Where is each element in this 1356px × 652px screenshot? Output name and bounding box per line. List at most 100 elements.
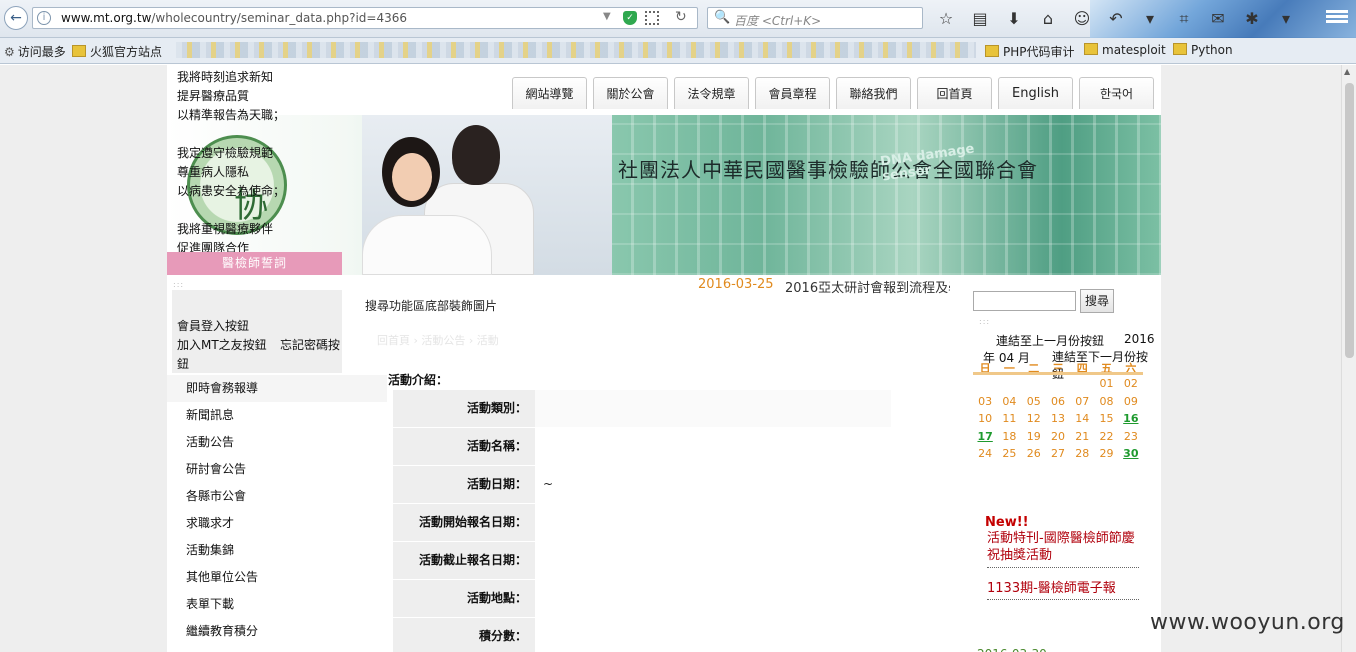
sidebar-item-jobs[interactable]: 求職求才: [167, 510, 387, 537]
ticker-text[interactable]: 2016亞太研討會報到流程及學: [785, 277, 950, 296]
tab-site-map[interactable]: 網站導覽: [512, 77, 587, 109]
calendar-day[interactable]: 05: [1022, 393, 1046, 411]
member-login-button[interactable]: 會員登入按鈕: [177, 317, 249, 334]
chevron-down-icon[interactable]: ▾: [1275, 8, 1297, 30]
calendar-day[interactable]: 12: [1022, 410, 1046, 428]
bookmark-most-visited[interactable]: 访问最多: [4, 43, 66, 60]
calendar-day[interactable]: 28: [1070, 445, 1094, 463]
calendar-grid: 01 02 03 04 05 06 07 08 09 10 11 12 13 14 15 16 17 18 19 20…: [973, 375, 1143, 463]
calendar-day[interactable]: 25: [997, 445, 1021, 463]
calendar-prev-month-button[interactable]: 連結至上一月份按鈕: [996, 332, 1104, 349]
calendar-day[interactable]: 14: [1070, 410, 1094, 428]
ticker-date[interactable]: 2016-03-25: [698, 277, 774, 292]
decor-dots: :::: [173, 280, 185, 289]
chevron-down-icon[interactable]: ▾: [1139, 8, 1161, 30]
chat-icon[interactable]: ✉: [1207, 8, 1229, 30]
oath-tab[interactable]: 醫檢師誓詞: [167, 252, 342, 275]
tab-contact[interactable]: 聯絡我們: [836, 77, 911, 109]
sidebar-item-news[interactable]: 新聞訊息: [167, 402, 387, 429]
home-icon[interactable]: ⌂: [1037, 8, 1059, 30]
reload-icon[interactable]: ↻: [675, 9, 687, 25]
calendar-day[interactable]: 20: [1046, 428, 1070, 446]
forgot-password-button-wrap[interactable]: 鈕: [177, 355, 189, 372]
crop-icon[interactable]: ⌗: [1173, 8, 1195, 30]
row-label: 活動名稱：: [393, 428, 535, 465]
sidebar-item-forms[interactable]: 表單下載: [167, 591, 387, 618]
forgot-password-button[interactable]: 忘記密碼按: [280, 336, 340, 353]
scroll-thumb[interactable]: [1345, 83, 1354, 358]
browser-search-box[interactable]: 🔍 百度 <Ctrl+K>: [707, 7, 923, 29]
site-search-button[interactable]: 搜尋: [1080, 289, 1114, 313]
scroll-up-arrow-icon[interactable]: ▲: [1344, 67, 1350, 76]
sidebar-item-news-report[interactable]: 即時會務報導: [167, 375, 387, 402]
table-row: 活動日期： ~: [393, 466, 891, 503]
sidebar-item-seminars[interactable]: 研討會公告: [167, 456, 387, 483]
download-icon[interactable]: ⬇: [1003, 8, 1025, 30]
sidebar-item-events[interactable]: 活動公告: [167, 429, 387, 456]
shield-icon[interactable]: ✓: [623, 11, 637, 25]
promo-link-newsletter[interactable]: 1133期-醫檢師電子報: [987, 577, 1139, 600]
calendar-day[interactable]: 21: [1070, 428, 1094, 446]
emoji-icon[interactable]: ☺: [1071, 8, 1093, 30]
star-icon[interactable]: ☆: [935, 8, 957, 30]
info-icon[interactable]: i: [37, 11, 51, 25]
calendar-day[interactable]: 16: [1119, 410, 1143, 428]
extension-icon[interactable]: ✱: [1241, 8, 1263, 30]
calendar-day[interactable]: 24: [973, 445, 997, 463]
back-arrow-icon[interactable]: ←: [4, 6, 28, 30]
bookmark-matesploit[interactable]: matesploit: [1084, 43, 1166, 57]
tab-english[interactable]: English: [998, 77, 1073, 109]
calendar-day[interactable]: 08: [1094, 393, 1118, 411]
calendar-day[interactable]: 03: [973, 393, 997, 411]
calendar-day[interactable]: 17: [973, 428, 997, 446]
bookmark-php-audit[interactable]: PHP代码审计: [985, 43, 1075, 60]
chevron-down-icon[interactable]: ▼: [603, 11, 611, 22]
calendar-day[interactable]: 11: [997, 410, 1021, 428]
calendar-day[interactable]: 10: [973, 410, 997, 428]
calendar-day[interactable]: 09: [1119, 393, 1143, 411]
tab-home[interactable]: 回首頁: [917, 77, 992, 109]
qr-code-icon[interactable]: [645, 11, 659, 25]
promo-link-lottery[interactable]: 活動特刊-國際醫檢師節慶祝抽獎活動: [987, 530, 1139, 568]
site-search-input[interactable]: [973, 291, 1076, 311]
bookmark-python[interactable]: Python: [1173, 43, 1233, 57]
calendar-day[interactable]: 30: [1119, 445, 1143, 463]
calendar-day[interactable]: 04: [997, 393, 1021, 411]
undo-icon[interactable]: ↶: [1105, 8, 1127, 30]
sidebar-item-other-notices[interactable]: 其他單位公告: [167, 564, 387, 591]
calendar-day[interactable]: 02: [1119, 375, 1143, 393]
calendar-day[interactable]: 15: [1094, 410, 1118, 428]
calendar-week: 17 18 19 20 21 22 23: [973, 428, 1143, 446]
calendar-day[interactable]: 22: [1094, 428, 1118, 446]
tab-korean[interactable]: 한국어: [1079, 77, 1154, 109]
calendar-day[interactable]: 07: [1070, 393, 1094, 411]
url-path: /wholecountry/seminar_data.php?id=4366: [151, 11, 407, 25]
page-right-gutter: [1161, 65, 1341, 652]
reading-list-icon[interactable]: ▤: [969, 8, 991, 30]
tab-about[interactable]: 關於公會: [593, 77, 668, 109]
calendar-day[interactable]: 23: [1119, 428, 1143, 446]
sidebar-item-credits[interactable]: 繼續教育積分: [167, 618, 387, 645]
join-friends-button[interactable]: 加入MT之友按鈕: [177, 336, 267, 353]
table-row: 活動截止報名日期：: [393, 542, 891, 579]
calendar-day[interactable]: 18: [997, 428, 1021, 446]
calendar-day: [1022, 375, 1046, 393]
calendar-day[interactable]: 27: [1046, 445, 1070, 463]
calendar-day[interactable]: 01: [1094, 375, 1118, 393]
bookmark-firefox-site[interactable]: 火狐官方站点: [72, 43, 162, 60]
address-bar[interactable]: i www.mt.org.tw/wholecountry/seminar_dat…: [32, 7, 698, 29]
browser-toolbar: ← i www.mt.org.tw/wholecountry/seminar_d…: [0, 0, 1356, 64]
calendar-day[interactable]: 19: [1022, 428, 1046, 446]
tab-regulations[interactable]: 法令規章: [674, 77, 749, 109]
calendar-day[interactable]: 13: [1046, 410, 1070, 428]
calendar-day[interactable]: 26: [1022, 445, 1046, 463]
calendar-day[interactable]: 29: [1094, 445, 1118, 463]
banner-pattern: [587, 115, 1161, 275]
tab-charter[interactable]: 會員章程: [755, 77, 830, 109]
vertical-scrollbar[interactable]: ▲: [1341, 65, 1356, 652]
hamburger-menu-icon[interactable]: [1326, 8, 1348, 28]
calendar-day[interactable]: 06: [1046, 393, 1070, 411]
decor-dots: :::: [979, 317, 991, 326]
sidebar-item-local-unions[interactable]: 各縣市公會: [167, 483, 387, 510]
sidebar-item-gallery[interactable]: 活動集錦: [167, 537, 387, 564]
